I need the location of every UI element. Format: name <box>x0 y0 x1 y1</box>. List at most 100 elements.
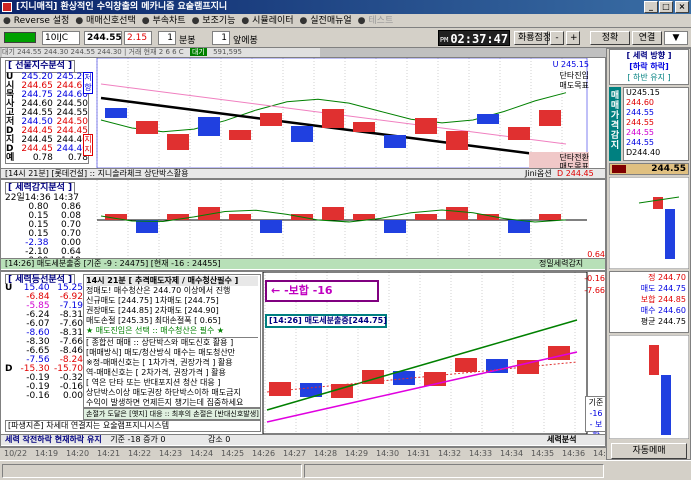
status-indicator <box>4 32 36 43</box>
trading-rule-lines: [ 종합선 매매 :: 상단박스와 매도신호 활용 ] [매매방식] 매도/청산방… <box>86 337 258 407</box>
menu-item-6[interactable]: ● 테스트 <box>355 14 397 27</box>
forceline-cell-lbl <box>5 347 16 356</box>
price-list-item: U245.15 <box>626 88 660 97</box>
menu-item-5[interactable]: ● 실전매뉴얼 <box>297 14 355 27</box>
force-bar <box>198 207 220 220</box>
time-axis-tick: 14:30 <box>376 449 400 458</box>
force-cell-lbl <box>5 221 16 230</box>
candle <box>508 127 530 140</box>
plus-button[interactable]: + <box>566 31 580 45</box>
candle <box>353 122 375 132</box>
forceline-cell-lbl <box>5 329 16 338</box>
stop-loss-note: 손절가 도달은 [옛지] 대응 :: 최후의 손절은 [반대신호발생] <box>83 408 261 420</box>
period-unit-label: 분봉 <box>179 36 196 46</box>
maximize-button[interactable]: □ <box>659 1 673 13</box>
time-axis-tick: 14:21 <box>97 449 121 458</box>
menu-item-0[interactable]: ● Reverse 설정 <box>0 14 72 27</box>
time-axis-tick: 14:35 <box>531 449 555 458</box>
trading-info-box: 14시 21분 [ 추격매도자제 / 매수청산필수 ] 정매도! 매수청산은 2… <box>83 274 261 408</box>
mini-volume-chart <box>609 335 689 439</box>
rule-line: [ 역은 단타 또는 반대포지션 청산 대응 ] <box>86 378 221 387</box>
menu-item-label: Reverse 설정 <box>13 16 70 26</box>
force-line-status-mid2: 감소 0 <box>208 435 231 444</box>
menu-item-1[interactable]: ● 매매신호선택 <box>72 14 138 27</box>
screen-set-button[interactable]: 화룡점정 <box>514 31 551 45</box>
clock-ampm: PM <box>439 35 449 44</box>
order-price-item: 보합 244.85 <box>640 295 686 304</box>
alert-arrow-icon: ← <box>271 284 281 297</box>
menu-bullet-icon: ● <box>241 16 253 26</box>
mini-force-chart <box>609 177 689 269</box>
futures-status-d: D 244.45 <box>557 169 594 178</box>
forceline-cell-v2: 0.00 <box>62 391 83 401</box>
force-cell-lbl <box>5 239 16 248</box>
force-line-status-right: 세력분석 <box>547 435 577 444</box>
ahead-input[interactable]: 1 <box>212 31 230 45</box>
menu-item-2[interactable]: ● 부속차트 <box>139 14 189 27</box>
futures-row: 예 0.78 0.78 <box>6 154 88 163</box>
time-axis-tick: 14:36 <box>562 449 586 458</box>
menu-bullet-icon: ● <box>3 16 14 26</box>
rule-line: 상단박스이상 매도권장 하단박스이하 매도금지 <box>86 388 241 397</box>
candle <box>455 358 477 372</box>
current-price-bar: 244.55 <box>609 163 689 175</box>
info-strip-text: 대기 244.55 244.30 244.55 244.30 | 거래 현재 2… <box>2 48 184 56</box>
close-button[interactable]: × <box>675 1 689 13</box>
forceline-cell-lbl: D <box>5 364 13 374</box>
direction-subtitle: [하락 하락] <box>629 62 669 71</box>
auto-button[interactable]: 정확 <box>590 31 630 45</box>
direction-box: [ 세력 방향 ] [하락 하락] [ 하반 유지 ] <box>609 49 689 85</box>
force-line-table: U 15.40 15.25 -6.84 -6.92 -5.85 -7.19 -6.24 -8.3… <box>5 284 83 401</box>
price-detect-tab[interactable]: 매매가격감지 <box>609 87 621 161</box>
title-bar[interactable]: [지니매직] 환상적인 수익창출의 메카니즘 요술램프지니 _ □ × <box>0 0 691 14</box>
candle <box>291 126 313 142</box>
menu-bullet-icon: ● <box>299 16 311 26</box>
force-detection-chart <box>96 180 587 258</box>
forceline-cell-lbl <box>5 338 16 347</box>
futures-index-panel: [ 선물지수분석 ] U 245.20 245.20 시 244.65 244.65 목 24… <box>0 57 606 179</box>
candle <box>167 134 189 150</box>
menu-bullet-icon: ● <box>75 16 87 26</box>
mini-bar <box>653 197 663 209</box>
price-list: U245.15 244.60 244.55 244.55 244.55 244.55 D24… <box>623 87 689 161</box>
right-side-panel: [ 세력 방향 ] [하락 하락] [ 하반 유지 ] 매매가격감지 U245.… <box>606 48 691 460</box>
change-field: 2.15 <box>124 31 152 45</box>
force-bar <box>322 207 344 220</box>
menu-item-3[interactable]: ● 보조기능 <box>189 14 239 27</box>
menu-item-label: 테스트 <box>368 16 394 26</box>
period-input[interactable]: 1 <box>158 31 176 45</box>
status-cell-1 <box>2 464 302 478</box>
sell-flow-box: [14:26] 매도세분출중[244.75] <box>265 314 387 328</box>
alert-box: ← -보합 -16 <box>265 280 379 302</box>
rule-line: [ 종합선 매매 :: 상단박스와 매도신호 활용 ] <box>86 338 234 347</box>
alert-text: -보합 -16 <box>284 284 333 297</box>
candle <box>446 131 468 150</box>
rule-line: [매매방식] 매도/청산방식 매수는 매도청산만 <box>86 348 236 357</box>
info-line: 정매도! 매수청산은 244.70 이상에서 진행 <box>86 286 231 295</box>
time-axis-tick: 14:34 <box>500 449 524 458</box>
info-strip: 대기 244.55 244.30 244.55 244.30 | 거래 현재 2… <box>2 48 320 57</box>
candle <box>322 109 344 128</box>
link-button[interactable]: 연결 <box>632 31 662 45</box>
force-cell-lbl <box>5 212 16 221</box>
futures-right-u: U 245.15 <box>552 60 589 69</box>
mini-bar <box>665 209 675 259</box>
auto-trade-button[interactable]: 자동메매 <box>611 443 687 459</box>
order-price-list: 정 244.70 매도 244.75 보합 244.85 매수 244.60 평균 24… <box>609 271 689 333</box>
force-right-box-label: 기준 <box>588 398 604 407</box>
force-cell-lbl <box>5 203 16 212</box>
time-axis-tick: 14:19 <box>35 449 59 458</box>
code-select[interactable]: 10IJC <box>42 31 80 45</box>
force-bar <box>384 220 406 233</box>
status-bar <box>0 460 691 480</box>
time-axis-tick: 14:20 <box>66 449 90 458</box>
menu-item-4[interactable]: ● 시뮬레이터 <box>238 14 296 27</box>
minimize-button[interactable]: _ <box>644 1 658 13</box>
price-list-item: 244.55 <box>626 128 654 137</box>
force-bar <box>415 214 437 220</box>
minus-button[interactable]: - <box>550 31 564 45</box>
futures-status-strip: [14시 21분] [롯데건설] :: 지니솔라체크 상단박스활용 Jini옵션… <box>1 168 605 178</box>
futures-status-text: [14시 21분] [롯데건설] :: 지니솔라체크 상단박스활용 <box>5 169 189 178</box>
force-line-panel: [ 세력등선분석 ] U 15.40 15.25 -6.84 -6.92 -5.85 -7.… <box>0 271 606 447</box>
force-detection-table: 22일14:36 14:37 0.80 0.86 0.15 0.08 0.15 0.70 0… <box>5 194 81 266</box>
